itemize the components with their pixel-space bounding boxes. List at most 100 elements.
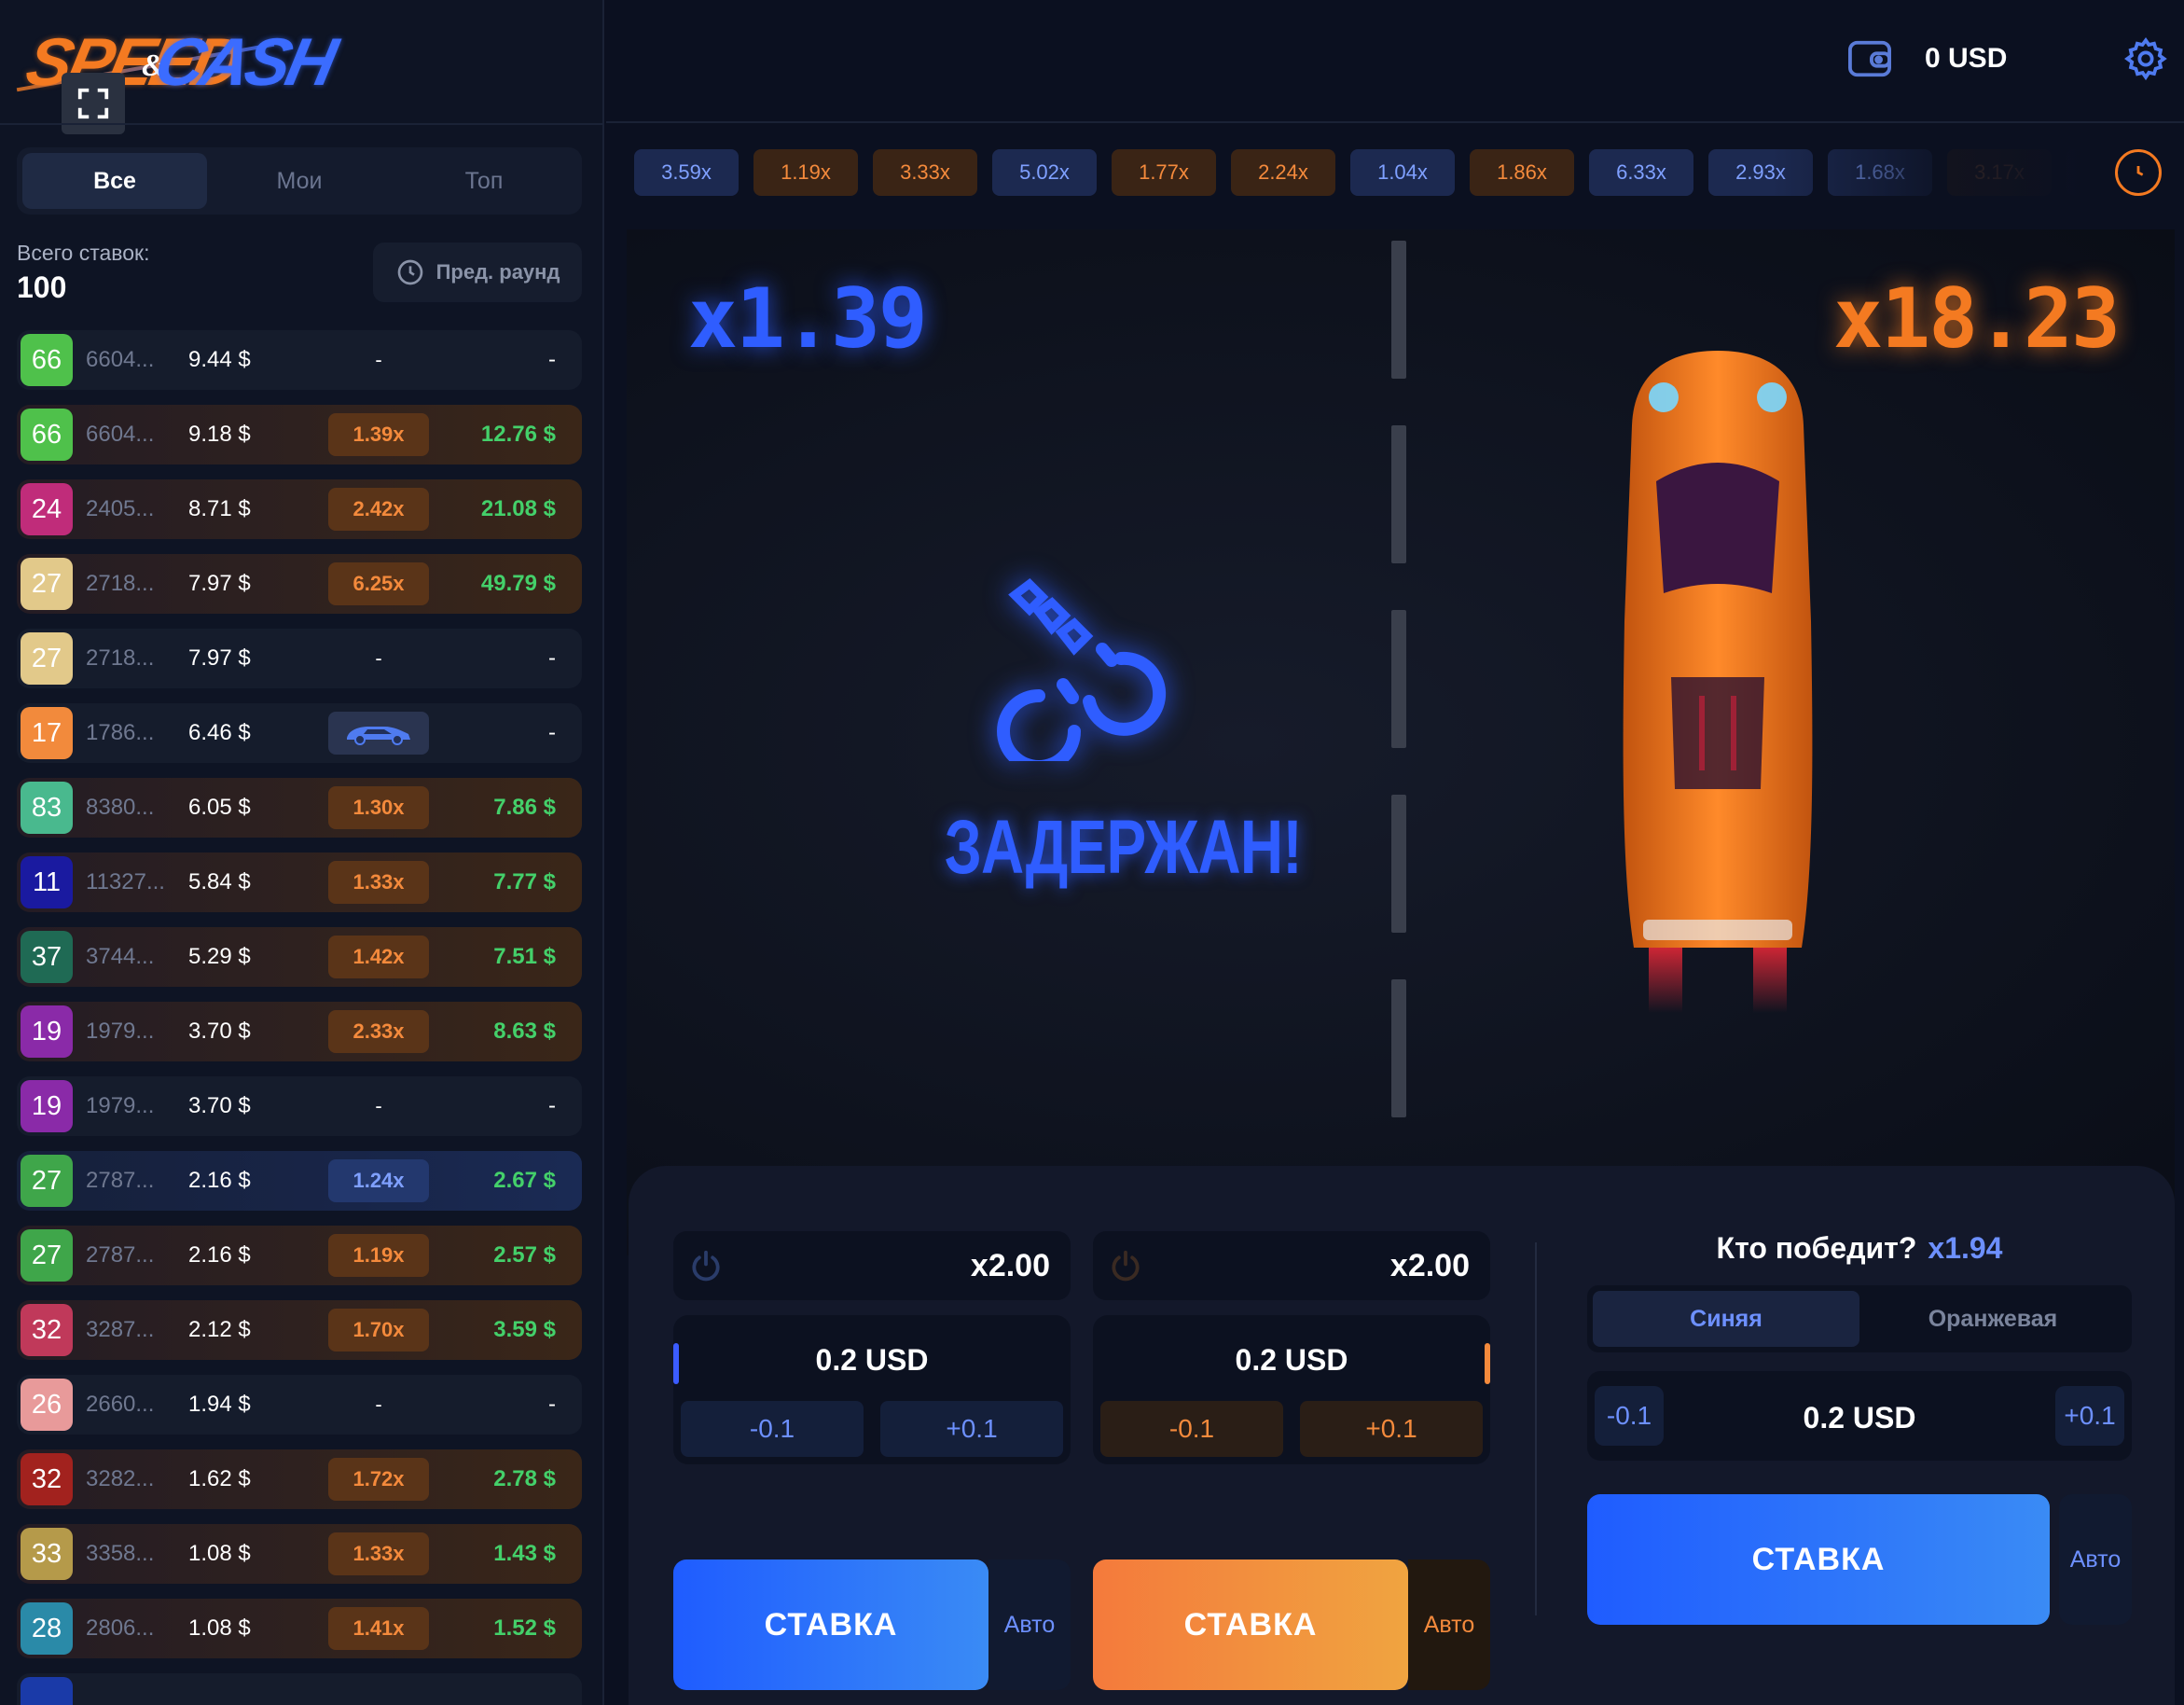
player-id: 2405... <box>86 496 155 521</box>
history-chip[interactable]: 1.19x <box>753 149 858 196</box>
player-level-badge: 32 <box>21 1304 73 1356</box>
total-bets-label: Всего ставок: <box>17 241 150 265</box>
gear-icon[interactable] <box>2122 35 2169 82</box>
bet-row: 33 3358... 1.08 $ 1.33x 1.43 $ <box>17 1524 582 1584</box>
bet-row: 27 2718... 7.97 $ - - <box>17 629 582 688</box>
clock-icon <box>397 259 422 285</box>
cashout-multiplier: - <box>375 1393 382 1416</box>
player-level-badge: 33 <box>21 1528 73 1580</box>
wallet-icon[interactable] <box>1846 37 1893 80</box>
blue-auto-button[interactable]: Авто <box>988 1559 1071 1690</box>
top-bar: 0 USD <box>606 0 2184 123</box>
previous-round-button[interactable]: Пред. раунд <box>373 243 582 302</box>
orange-auto-button[interactable]: Авто <box>1408 1559 1490 1690</box>
cashout-multiplier: 2.33x <box>328 1010 429 1053</box>
win-amount: 1.52 $ <box>493 1615 556 1641</box>
decrease-button[interactable]: -0.1 <box>681 1401 864 1457</box>
fullscreen-icon <box>77 88 109 119</box>
bet-amount: 5.29 $ <box>188 944 251 969</box>
bet-amount: 3.70 $ <box>188 1093 251 1118</box>
blue-auto-cashout[interactable]: x2.00 <box>673 1231 1071 1300</box>
game-scene: x1.39 x18.23 ЗАДЕРЖАН! <box>627 229 2175 1255</box>
who-wins-bet-button[interactable]: СТАВКА <box>1587 1494 2050 1625</box>
blue-multiplier: x1.39 <box>688 270 928 367</box>
player-id: 6604... <box>86 347 155 372</box>
history-chip[interactable]: 5.02x <box>992 149 1097 196</box>
bet-row: 37 3744... 5.29 $ 1.42x 7.51 $ <box>17 927 582 987</box>
player-level-badge: 83 <box>21 782 73 834</box>
tab-top[interactable]: Топ <box>392 153 576 209</box>
bet-amount: 5.84 $ <box>188 869 251 894</box>
bet-row: 26 2660... 1.94 $ - - <box>17 1375 582 1435</box>
divider <box>0 123 604 125</box>
orange-car <box>1623 351 1813 1013</box>
bet-amount: 6.46 $ <box>188 720 251 745</box>
history-chip[interactable]: 3.59x <box>634 149 739 196</box>
team-tab-blue[interactable]: Синяя <box>1593 1291 1859 1347</box>
history-button[interactable] <box>2115 149 2162 196</box>
decrease-button[interactable]: -0.1 <box>1100 1401 1283 1457</box>
bet-amount: 1.08 $ <box>188 1541 251 1566</box>
bet-amount-value[interactable]: 0.2 USD <box>1587 1401 2132 1435</box>
divider <box>1535 1242 1537 1615</box>
cashout-multiplier: 1.41x <box>328 1607 429 1650</box>
bet-row: 66 6604... 9.44 $ - - <box>17 330 582 390</box>
who-wins-multiplier: x1.94 <box>1928 1231 2003 1265</box>
orange-bet-button[interactable]: СТАВКА <box>1093 1559 1408 1690</box>
win-amount: 21.08 $ <box>480 496 556 521</box>
power-icon[interactable] <box>688 1248 724 1283</box>
car-icon <box>347 727 410 745</box>
blue-bet-button[interactable]: СТАВКА <box>673 1559 988 1690</box>
orange-auto-cashout[interactable]: x2.00 <box>1093 1231 1490 1300</box>
bets-list: 66 6604... 9.44 $ - - 66 6604... 9.18 $ 1.39x 12.… <box>17 330 582 1705</box>
who-wins-auto-button[interactable]: Авто <box>2059 1494 2132 1625</box>
auto-cashout-value: x2.00 <box>1389 1248 1470 1283</box>
player-id: 6604... <box>86 422 155 447</box>
increase-button[interactable]: +0.1 <box>1300 1401 1483 1457</box>
bet-row: 66 6604... 9.18 $ 1.39x 12.76 $ <box>17 405 582 464</box>
player-level-badge: 26 <box>21 1379 73 1431</box>
team-selector: Синяя Оранжевая <box>1587 1285 2132 1352</box>
history-chip[interactable]: 2.24x <box>1231 149 1335 196</box>
brand-logo: SPEED & CASH <box>15 21 340 104</box>
tab-all[interactable]: Все <box>22 153 207 209</box>
increase-button[interactable]: +0.1 <box>2055 1386 2124 1446</box>
player-level-badge: 28 <box>21 1602 73 1655</box>
bet-amount: 2.16 $ <box>188 1242 251 1268</box>
increase-button[interactable]: +0.1 <box>880 1401 1063 1457</box>
handcuffs-icon <box>997 578 1167 761</box>
bet-row: 28 2806... 1.08 $ 1.41x 1.52 $ <box>17 1599 582 1658</box>
bet-amount: 2.12 $ <box>188 1317 251 1342</box>
bet-amount-value[interactable]: 0.2 USD <box>1093 1343 1490 1378</box>
logo-word-cash: CASH <box>148 25 340 100</box>
cashout-multiplier: 1.30x <box>328 786 429 829</box>
tab-mine[interactable]: Мои <box>207 153 392 209</box>
player-level-badge: 27 <box>21 632 73 685</box>
win-amount: 49.79 $ <box>480 571 556 596</box>
player-level-badge: 19 <box>21 1080 73 1132</box>
history-chip[interactable]: 1.04x <box>1350 149 1455 196</box>
bets-sidebar: SPEED & CASH Все Мои Топ Всего ставок: 1… <box>0 0 604 1705</box>
power-icon[interactable] <box>1108 1248 1143 1283</box>
arrested-status: ЗАДЕРЖАН! <box>944 805 1303 890</box>
team-tab-orange[interactable]: Оранжевая <box>1859 1291 2126 1347</box>
player-id: 2806... <box>86 1615 155 1641</box>
history-chip[interactable]: 3.33x <box>873 149 977 196</box>
win-amount: 7.86 $ <box>493 795 556 820</box>
player-level-badge: 27 <box>21 1229 73 1282</box>
betting-controls: x2.00 0.2 USD -0.1 +0.1 СТАВКА Авто x2.0… <box>629 1166 2175 1705</box>
bet-amount: 1.08 $ <box>188 1615 251 1641</box>
bet-row: 11 11327... 5.84 $ 1.33x 7.77 $ <box>17 852 582 912</box>
player-id: 1786... <box>86 720 155 745</box>
bet-amount-value[interactable]: 0.2 USD <box>673 1343 1071 1378</box>
history-chip[interactable]: 1.77x <box>1112 149 1216 196</box>
bet-row: 27 2787... 2.16 $ 1.24x 2.67 $ <box>17 1151 582 1211</box>
auto-cashout-value: x2.00 <box>970 1248 1050 1283</box>
fullscreen-button[interactable] <box>62 73 125 134</box>
who-wins-title: Кто победит? x1.94 <box>1587 1231 2132 1266</box>
history-chip[interactable]: 6.33x <box>1589 149 1693 196</box>
blue-bet-amount: 0.2 USD -0.1 +0.1 <box>673 1315 1071 1464</box>
player-id: 2660... <box>86 1392 155 1417</box>
history-chip[interactable]: 1.86x <box>1470 149 1574 196</box>
win-amount: 8.63 $ <box>493 1019 556 1044</box>
